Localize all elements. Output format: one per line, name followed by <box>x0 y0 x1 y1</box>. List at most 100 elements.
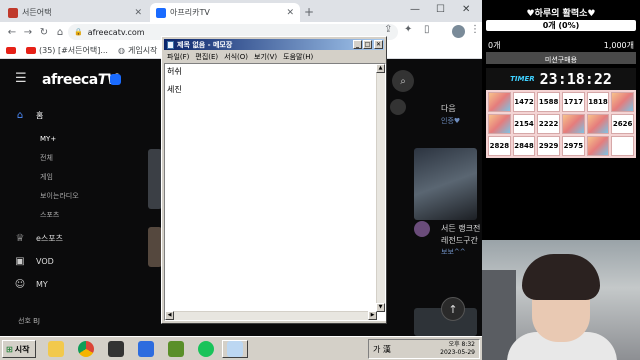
minimize-icon[interactable]: _ <box>353 40 362 49</box>
sidebar-item-sports[interactable]: 스포츠 <box>40 210 59 220</box>
sidebar-item-radio[interactable]: 보이는라디오 <box>40 191 79 201</box>
notepad-text-area[interactable]: 허쉬 세진 ▲ ▼ ◀ ▶ <box>164 63 386 321</box>
timer-tag: TIMER <box>510 75 535 83</box>
maximize-icon[interactable]: ☐ <box>436 4 445 15</box>
sidepanel-icon[interactable]: ▯ <box>424 24 430 35</box>
mission-image-icon <box>488 92 511 112</box>
mission-number-cell: 1818 <box>586 92 610 112</box>
start-button[interactable]: ⊞ 시작 <box>2 340 36 358</box>
back-icon[interactable]: ← <box>4 27 20 38</box>
mission-number-cell: 1472 <box>512 92 536 112</box>
vertical-scrollbar[interactable]: ▲ ▼ <box>376 64 385 312</box>
clock[interactable]: 오후 8:32 2023-05-29 <box>440 341 475 357</box>
windows-logo-icon: ⊞ <box>6 344 13 354</box>
logo-text: afreeca <box>42 72 98 88</box>
mission-number-cell: 2154 <box>512 114 536 134</box>
close-tab-icon[interactable]: ✕ <box>286 8 294 18</box>
bookmark-game-start[interactable]: ◍ 게임시작 <box>118 45 157 56</box>
avatar[interactable] <box>390 99 406 115</box>
notepad-title-bar[interactable]: 제목 없음 - 메모장 _ □ ✕ <box>164 39 384 50</box>
sidebar-item-game[interactable]: 게임 <box>40 172 53 182</box>
sidebar: ⌂ 홈 MY+ 전체 게임 보이는라디오 스포츠 ♕ e스포츠 ▣ VOD ☺ … <box>0 99 155 336</box>
user-icon: ☺ <box>14 279 26 290</box>
maximize-icon[interactable]: □ <box>363 40 372 49</box>
scroll-right-icon[interactable]: ▶ <box>368 311 377 320</box>
side-sub: 보보^^ <box>441 248 466 256</box>
stream-thumbnail[interactable] <box>148 227 162 267</box>
text-line: 세진 <box>167 85 182 94</box>
webcam-person-hair <box>522 254 600 300</box>
sidebar-item-my[interactable]: ☺ MY <box>14 279 48 290</box>
scroll-left-icon[interactable]: ◀ <box>165 311 174 320</box>
stream-thumbnail[interactable] <box>414 148 477 220</box>
mission-image-icon <box>561 114 585 134</box>
tab-sudden-attack[interactable]: 서든어택 ✕ <box>2 3 148 22</box>
hamburger-menu-icon[interactable]: ☰ <box>15 71 27 86</box>
globe-icon: ◍ <box>117 45 125 55</box>
nvidia-icon <box>168 341 184 357</box>
share-icon[interactable]: ⇪ <box>384 24 392 35</box>
mission-number-cell: 2975 <box>561 136 585 156</box>
section-title-recommended-bj: 선호 BJ <box>18 317 40 325</box>
timer-box: TIMER 23:18:22 <box>486 68 636 90</box>
taskbar-app-notepad[interactable] <box>222 340 248 358</box>
taskbar-app-folder[interactable] <box>44 340 68 358</box>
extensions-icon[interactable]: ✦ <box>404 24 412 35</box>
goal-max-label: 1,000개 <box>603 41 634 50</box>
sidebar-item-vod[interactable]: ▣ VOD <box>14 256 54 267</box>
browser-tab-bar: 서든어택 ✕ 아프리카TV ✕ + — ☐ ✕ <box>0 0 482 22</box>
menu-kebab-icon[interactable]: ⋮ <box>470 24 480 35</box>
sidebar-item-all[interactable]: 전체 <box>40 153 53 163</box>
close-window-icon[interactable]: ✕ <box>462 4 470 15</box>
taskbar-app-chrome[interactable] <box>74 340 98 358</box>
mission-number-cell: 2929 <box>537 136 560 156</box>
new-tab-icon[interactable]: + <box>304 5 314 19</box>
scroll-to-top-button[interactable]: ↑ <box>441 297 465 321</box>
close-icon[interactable]: ✕ <box>374 40 383 49</box>
scroll-down-icon[interactable]: ▼ <box>376 303 385 312</box>
nav-label: MY <box>36 280 48 289</box>
close-tab-icon[interactable]: ✕ <box>134 8 142 18</box>
taskbar-app-nvidia[interactable] <box>164 340 188 358</box>
avatar[interactable] <box>414 221 430 237</box>
youtube-icon[interactable] <box>6 46 16 54</box>
taskbar-app-naver[interactable] <box>194 340 218 358</box>
ime-indicator[interactable]: 가 漢 <box>373 344 391 355</box>
forward-icon[interactable]: → <box>20 27 36 38</box>
horizontal-scrollbar[interactable]: ◀ ▶ <box>165 311 377 320</box>
menu-format[interactable]: 서식(O) <box>224 52 248 62</box>
menu-file[interactable]: 파일(F) <box>167 52 189 62</box>
bookmark-youtube[interactable]: (35) [#서든어택]... <box>26 45 108 56</box>
search-icon[interactable]: ⌕ <box>392 70 414 92</box>
taskbar-app-game[interactable] <box>104 340 128 358</box>
scroll-up-icon[interactable]: ▲ <box>376 64 385 73</box>
taskbar-app-tool[interactable] <box>134 340 158 358</box>
timer-value: 23:18:22 <box>539 70 612 88</box>
vod-icon: ▣ <box>15 256 25 267</box>
app-icon <box>138 341 154 357</box>
afreecatv-favicon-icon <box>156 7 166 18</box>
tab-label: 서든어택 <box>22 8 52 17</box>
reload-icon[interactable]: ↻ <box>36 27 52 38</box>
afreecatv-logo[interactable]: afreecaTV <box>42 72 118 88</box>
sidebar-item-esports[interactable]: ♕ e스포츠 <box>14 233 64 244</box>
nav-label: e스포츠 <box>36 234 64 243</box>
sudden-attack-favicon-icon <box>8 7 18 18</box>
home-icon[interactable]: ⌂ <box>52 27 68 38</box>
menu-view[interactable]: 보기(V) <box>254 52 277 62</box>
notepad-icon <box>167 40 174 49</box>
menu-help[interactable]: 도움말(H) <box>283 52 313 62</box>
trophy-icon: ♕ <box>15 233 25 244</box>
tab-afreecatv[interactable]: 아프리카TV ✕ <box>150 3 300 22</box>
lock-icon: 🔒 <box>74 28 83 36</box>
taskbar: ⊞ 시작 가 漢 오후 8:32 2023-05-29 <box>0 336 482 360</box>
sidebar-item-home[interactable]: ⌂ 홈 <box>14 110 44 121</box>
sidebar-item-my-plus[interactable]: MY+ <box>40 135 56 143</box>
youtube-icon <box>26 46 36 54</box>
stream-thumbnail[interactable] <box>148 149 162 209</box>
minimize-icon[interactable]: — <box>410 4 420 15</box>
tab-label: 아프리카TV <box>170 8 210 17</box>
profile-avatar[interactable] <box>452 25 465 38</box>
mission-number-cell <box>611 136 634 156</box>
menu-edit[interactable]: 편집(E) <box>195 52 218 62</box>
